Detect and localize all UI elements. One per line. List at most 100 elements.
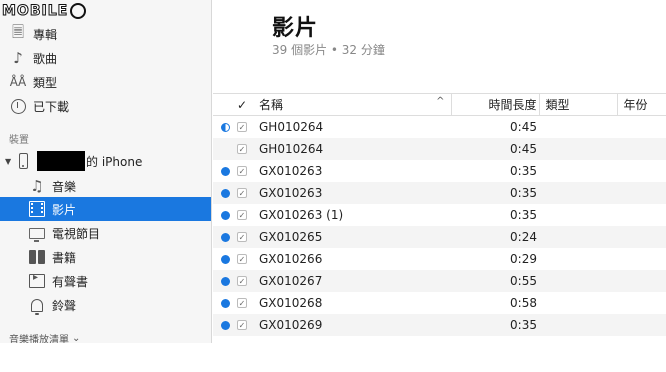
table-row[interactable]: ✓ GX010269 0:35 — [213, 313, 666, 336]
check-column-header[interactable]: ✓ — [237, 93, 255, 116]
row-checkbox[interactable]: ✓ — [237, 232, 247, 242]
year-column-header[interactable]: 年份 — [617, 93, 666, 116]
row-checkbox-cell: ✓ — [237, 313, 255, 336]
sidebar-item-music[interactable]: ♫ 音樂 — [0, 174, 211, 198]
table-row[interactable]: ✓ GX010265 0:24 — [213, 225, 666, 248]
table-row[interactable]: ✓ GX010267 0:55 — [213, 269, 666, 292]
genre-cell — [539, 225, 617, 248]
redacted-device-owner — [37, 151, 85, 171]
row-checkbox-cell: ✓ — [237, 204, 255, 226]
table-row[interactable]: ✓ GX010266 0:29 — [213, 248, 666, 270]
year-cell — [617, 137, 666, 160]
sidebar-item-books[interactable]: 書籍 — [0, 245, 211, 269]
sidebar-item-label: 音樂 — [52, 179, 77, 194]
genre-cell — [539, 248, 617, 270]
sidebar-item-songs[interactable]: ♪ 歌曲 — [0, 46, 211, 70]
table-header-row: ✓ 名稱 ^ 時間長度 類型 年份 — [213, 93, 666, 116]
sync-status-icon — [220, 166, 230, 176]
film-icon — [28, 200, 46, 218]
sidebar-item-albums[interactable]: 🗏 專輯 — [0, 22, 211, 46]
chevron-down-icon: ⌄ — [72, 333, 81, 343]
sync-status-icon — [220, 276, 230, 286]
row-checkbox[interactable]: ✓ — [237, 320, 247, 330]
genre-cell — [539, 269, 617, 292]
row-checkbox[interactable]: ✓ — [237, 122, 247, 133]
sidebar-item-downloaded[interactable]: 已下載 — [0, 94, 211, 118]
download-clock-icon — [9, 97, 27, 115]
table-row[interactable]: ✓ GH010264 0:45 — [213, 116, 666, 138]
row-checkbox[interactable]: ✓ — [237, 166, 247, 176]
sidebar-item-tv-shows[interactable]: 電視節目 — [0, 221, 211, 245]
page-title: 影片 — [272, 16, 319, 41]
row-checkbox-cell: ✓ — [237, 116, 255, 138]
name-cell: GX010265 — [255, 225, 451, 248]
time-cell: 0:35 — [510, 207, 537, 222]
row-checkbox-cell: ✓ — [237, 292, 255, 314]
row-checkbox-cell: ✓ — [237, 248, 255, 270]
row-checkbox[interactable]: ✓ — [237, 276, 247, 286]
name-cell: GX010268 — [259, 295, 323, 310]
name-cell: GX010266 — [259, 251, 323, 266]
playlists-heading[interactable]: 音樂播放清單 ⌄ — [9, 331, 80, 343]
name-cell: GX010269 — [255, 313, 451, 336]
row-checkbox-cell: ✓ — [237, 160, 255, 182]
year-cell — [617, 116, 666, 138]
sync-status-cell — [213, 116, 237, 138]
year-cell — [617, 313, 666, 336]
table-row[interactable]: ✓ GX010263 (1) 0:35 — [213, 204, 666, 226]
time-cell: 0:45 — [510, 119, 537, 134]
row-checkbox[interactable]: ✓ — [237, 298, 247, 308]
row-checkbox[interactable]: ✓ — [237, 188, 247, 198]
time-cell: 0:58 — [510, 295, 537, 310]
sync-status-cell — [213, 160, 237, 182]
logo-emblem-icon — [70, 3, 87, 19]
time-column-header[interactable]: 時間長度 — [451, 93, 540, 116]
sync-status-cell — [213, 248, 237, 270]
name-column-label: 名稱 — [259, 98, 284, 112]
time-cell: 0:45 — [451, 137, 539, 160]
sort-ascending-icon: ^ — [436, 96, 445, 107]
device-name: 的 iPhone — [86, 154, 143, 169]
time-cell: 0:35 — [451, 313, 539, 336]
time-cell: 0:55 — [451, 269, 539, 292]
watermark-logo: MOBILE — [1, 2, 87, 20]
sidebar-item-tones[interactable]: 鈴聲 — [0, 293, 211, 317]
disclosure-triangle-icon[interactable]: ▼ — [5, 157, 15, 166]
sidebar-item-movies[interactable]: 影片 — [0, 197, 211, 221]
row-checkbox[interactable]: ✓ — [237, 254, 247, 264]
row-checkbox[interactable]: ✓ — [237, 210, 247, 220]
album-icon: 🗏 — [11, 22, 25, 41]
row-checkbox-cell: ✓ — [237, 181, 255, 204]
table-row[interactable]: ✓ GX010268 0:58 — [213, 292, 666, 314]
book-icon — [28, 248, 46, 266]
movies-table: ✓ 名稱 ^ 時間長度 類型 年份 ✓ GH010264 0:45 ✓ GH010264… — [213, 93, 666, 336]
sync-status-icon — [220, 320, 230, 330]
sidebar-item-audiobooks[interactable]: 有聲書 — [0, 269, 211, 293]
sync-status-icon — [220, 254, 230, 264]
sync-status-icon — [220, 232, 230, 242]
music-note-icon: ♫ — [30, 177, 44, 195]
sidebar-item-label: 有聲書 — [52, 274, 89, 289]
genre-cell — [539, 292, 617, 314]
table-row[interactable]: ✓ GX010263 0:35 — [213, 160, 666, 182]
table-row[interactable]: ✓ GX010263 0:35 — [213, 181, 666, 204]
time-cell: 0:35 — [510, 163, 537, 178]
music-note-icon: ♪ — [13, 49, 23, 67]
row-checkbox[interactable]: ✓ — [237, 144, 247, 154]
sync-status-icon — [220, 210, 230, 220]
genre-column-header[interactable]: 類型 — [539, 93, 618, 116]
device-row[interactable]: ▼ 的 iPhone — [0, 150, 211, 172]
tv-icon — [28, 224, 46, 242]
name-column-header[interactable]: 名稱 ^ — [255, 93, 452, 116]
sidebar-item-genres[interactable]: ÅÅ 類型 — [0, 70, 211, 94]
year-column-label: 年份 — [623, 98, 648, 112]
sync-status-cell — [213, 225, 237, 248]
devices-heading: 裝置 — [9, 135, 29, 146]
name-cell: GH010264 — [255, 137, 451, 160]
sidebar-item-label: 電視節目 — [52, 226, 101, 241]
year-cell — [617, 225, 666, 248]
audiobook-icon — [28, 272, 46, 290]
table-row[interactable]: ✓ GH010264 0:45 — [213, 137, 666, 160]
sync-status-cell — [213, 269, 237, 292]
sync-status-cell — [213, 181, 237, 204]
